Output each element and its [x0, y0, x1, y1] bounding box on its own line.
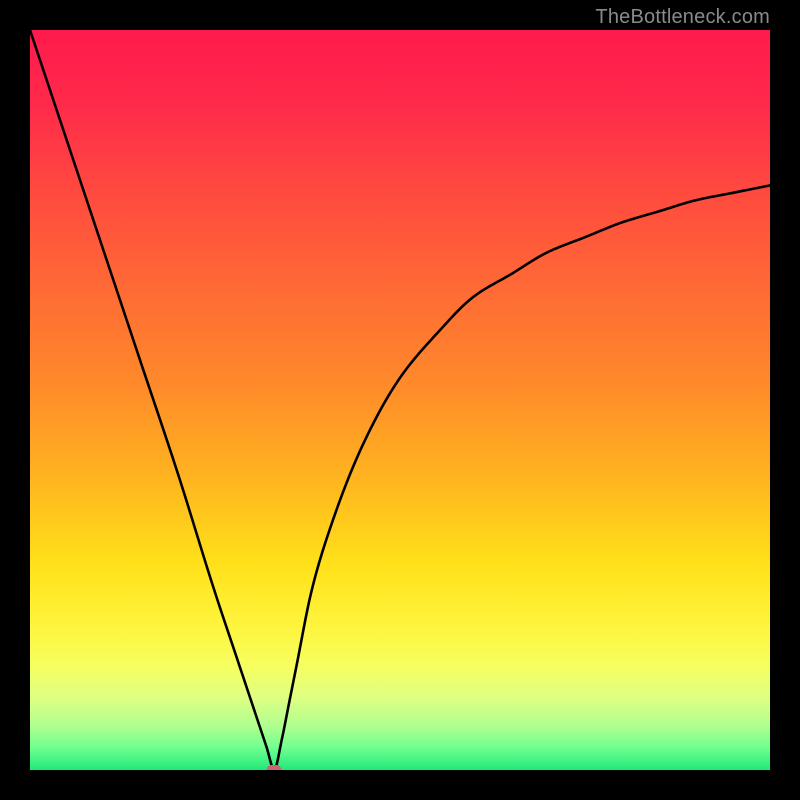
chart-frame: TheBottleneck.com: [0, 0, 800, 800]
optimum-marker: [267, 765, 282, 770]
bottleneck-curve: [30, 30, 770, 770]
curve-layer: [30, 30, 770, 770]
plot-area: [30, 30, 770, 770]
watermark-label: TheBottleneck.com: [595, 6, 770, 29]
